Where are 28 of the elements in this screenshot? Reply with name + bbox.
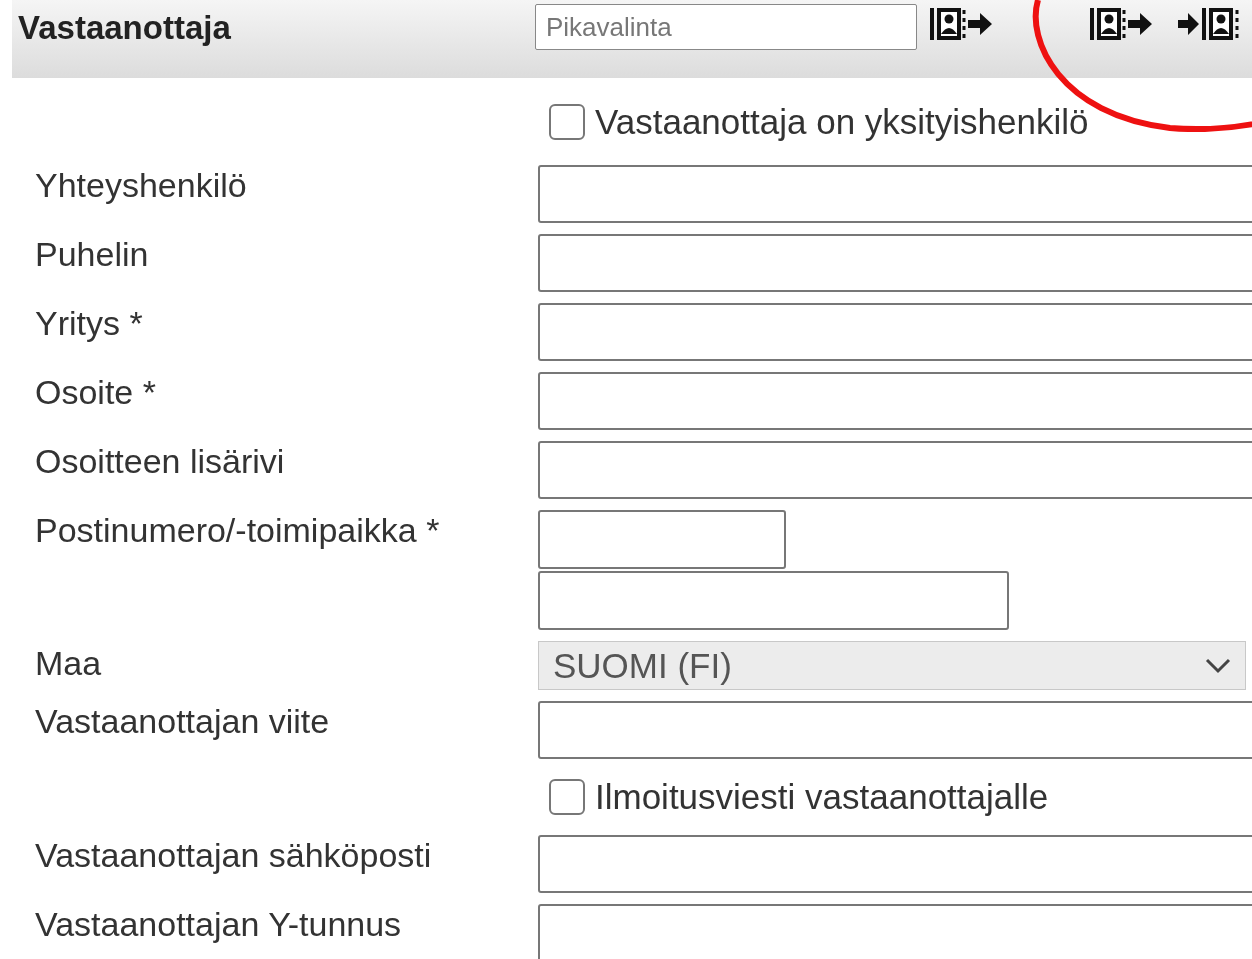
input-field[interactable] <box>538 372 1252 430</box>
input-field[interactable] <box>538 441 1252 499</box>
country-select[interactable]: SUOMI (FI) <box>538 641 1246 690</box>
field-label: Yhteyshenkilö <box>34 165 248 205</box>
field-label: Vastaanottajan sähköposti <box>34 835 433 875</box>
field-label: Osoitteen lisärivi <box>34 441 286 481</box>
checkbox[interactable] <box>549 104 585 140</box>
input-field[interactable] <box>538 835 1252 893</box>
checkbox-label: Ilmoitusviesti vastaanottajalle <box>595 777 1049 817</box>
field-label: Maa <box>34 643 103 683</box>
input-field[interactable] <box>538 701 1252 759</box>
field-label: Postinumero/-toimipaikka * <box>34 510 441 550</box>
field-label: Yritys * <box>34 303 144 343</box>
input-field[interactable] <box>538 303 1252 361</box>
quick-select-field[interactable]: Pikavalinta <box>535 4 917 50</box>
section-title: Vastaanottaja <box>18 9 232 47</box>
city-field[interactable] <box>538 571 1009 630</box>
field-label: Osoite * <box>34 372 157 412</box>
field-label: Vastaanottajan Y-tunnus <box>34 904 403 944</box>
checkbox-label: Vastaanottaja on yksityishenkilö <box>595 102 1089 142</box>
postal-code-field[interactable] <box>538 510 786 569</box>
input-field[interactable] <box>538 165 1252 223</box>
chevron-down-icon <box>1205 657 1231 674</box>
input-field[interactable] <box>538 904 1252 959</box>
field-label: Puhelin <box>34 234 150 274</box>
checkbox[interactable] <box>549 779 585 815</box>
input-field[interactable] <box>538 234 1252 292</box>
field-label: Vastaanottajan viite <box>34 701 331 741</box>
